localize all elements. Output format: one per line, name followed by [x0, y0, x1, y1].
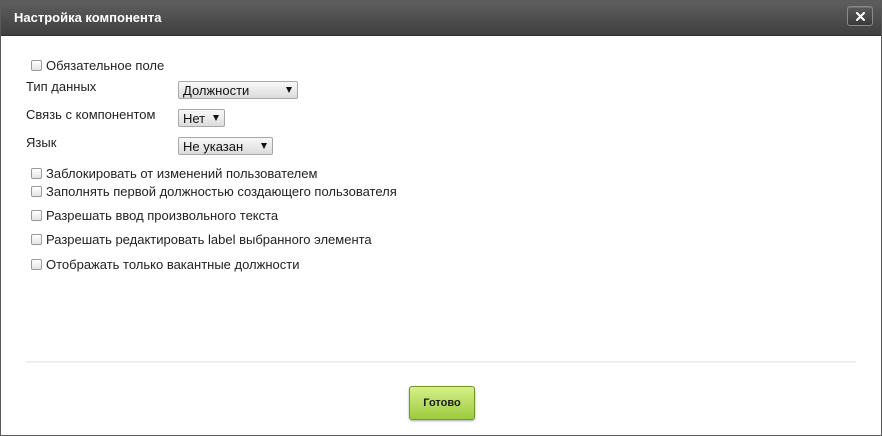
footer-divider	[26, 361, 856, 363]
option-free-text-row[interactable]: Разрешать ввод произвольного текста	[31, 208, 278, 223]
data-type-select[interactable]: Должности	[178, 81, 298, 99]
option-block-changes-label: Заблокировать от изменений пользователем	[46, 166, 318, 181]
required-field-checkbox[interactable]	[31, 60, 42, 71]
language-label: Язык	[26, 135, 57, 150]
chevron-down-icon	[286, 87, 292, 93]
link-select[interactable]: Нет	[178, 109, 225, 127]
option-edit-label-row[interactable]: Разрешать редактировать label выбранного…	[31, 232, 372, 247]
option-fill-first-position-checkbox[interactable]	[31, 186, 42, 197]
option-edit-label-label: Разрешать редактировать label выбранного…	[46, 232, 372, 247]
data-type-value: Должности	[183, 82, 250, 98]
option-vacant-only-checkbox[interactable]	[31, 259, 42, 270]
chevron-down-icon	[261, 143, 267, 149]
chevron-down-icon	[213, 115, 219, 121]
option-edit-label-checkbox[interactable]	[31, 234, 42, 245]
option-block-changes-row[interactable]: Заблокировать от изменений пользователем	[31, 166, 317, 181]
language-value: Не указан	[183, 138, 244, 154]
link-value: Нет	[183, 110, 206, 126]
close-button[interactable]	[847, 6, 873, 26]
required-field-label: Обязательное поле	[46, 58, 165, 73]
close-icon	[856, 12, 865, 21]
component-settings-dialog: Настройка компонента Обязательное поле Т…	[0, 0, 882, 436]
required-field-row[interactable]: Обязательное поле	[31, 58, 164, 73]
option-block-changes-checkbox[interactable]	[31, 168, 42, 179]
option-vacant-only-label: Отображать только вакантные должности	[46, 257, 300, 272]
data-type-label: Тип данных	[26, 79, 97, 94]
link-label: Связь с компонентом	[26, 107, 156, 122]
dialog-title: Настройка компонента	[14, 10, 162, 25]
dialog-titlebar: Настройка компонента	[1, 1, 881, 36]
option-free-text-label: Разрешать ввод произвольного текста	[46, 208, 279, 223]
language-select[interactable]: Не указан	[178, 137, 273, 155]
done-button[interactable]: Готово	[409, 386, 475, 420]
option-fill-first-position-label: Заполнять первой должностью создающего п…	[46, 184, 397, 199]
option-free-text-checkbox[interactable]	[31, 210, 42, 221]
option-fill-first-position-row[interactable]: Заполнять первой должностью создающего п…	[31, 184, 397, 199]
option-vacant-only-row[interactable]: Отображать только вакантные должности	[31, 257, 299, 272]
